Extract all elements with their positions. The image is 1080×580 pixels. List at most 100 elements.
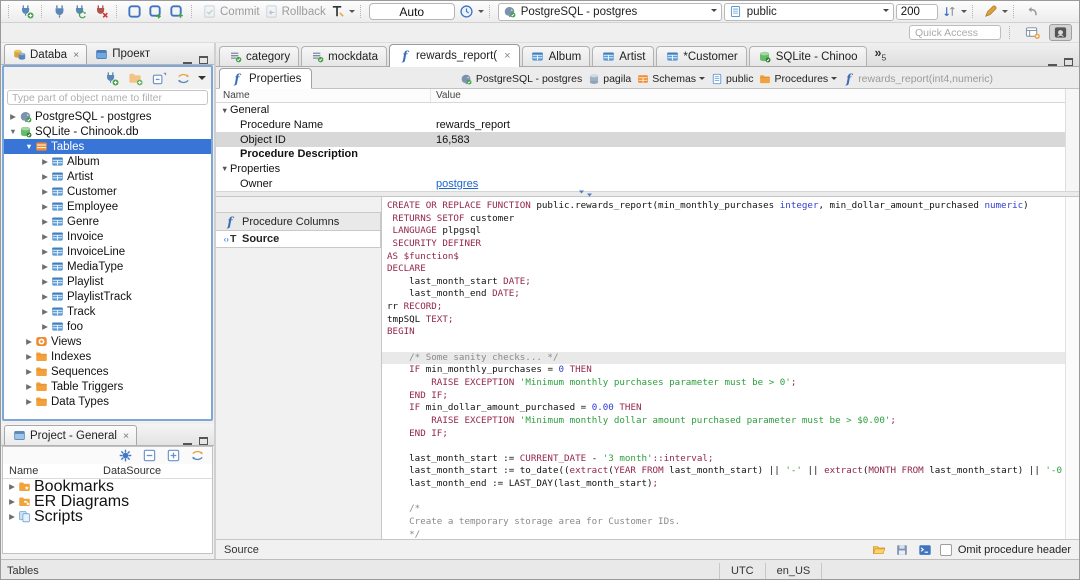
- view-menu-icon[interactable]: [198, 76, 206, 84]
- tree-item-playlisttrack[interactable]: ▶ PlaylistTrack: [4, 289, 211, 304]
- new-sql-editor-icon[interactable]: [167, 3, 186, 21]
- omit-procedure-header-checkbox[interactable]: [939, 543, 952, 556]
- tree-item-track[interactable]: ▶ Track: [4, 304, 211, 319]
- property-row-owner[interactable]: Owner postgres: [216, 176, 1065, 191]
- column-datasource[interactable]: DataSource: [103, 465, 161, 477]
- tab-projects[interactable]: Проект: [87, 44, 157, 64]
- editor-tab-category[interactable]: category: [219, 46, 300, 66]
- sql-editor-icon[interactable]: [125, 3, 144, 21]
- chevron-right-icon[interactable]: ▶: [40, 322, 50, 331]
- property-row-procedure-description[interactable]: Procedure Description: [216, 147, 1065, 162]
- chevron-right-icon[interactable]: ▶: [40, 172, 50, 181]
- editor-tab-artist[interactable]: Artist: [592, 46, 655, 66]
- properties-scrollbar[interactable]: [1065, 89, 1079, 191]
- property-row-properties[interactable]: ▼ Properties: [216, 162, 1065, 177]
- tree-item-mediatype[interactable]: ▶ MediaType: [4, 259, 211, 274]
- editor-tab--customer[interactable]: *Customer: [656, 46, 747, 66]
- tree-item-invoice[interactable]: ▶ Invoice: [4, 229, 211, 244]
- chevron-right-icon[interactable]: ▶: [40, 277, 50, 286]
- chevron-right-icon[interactable]: ▶: [8, 112, 18, 121]
- maximize-icon[interactable]: [1064, 58, 1073, 66]
- tree-item-invoiceline[interactable]: ▶ InvoiceLine: [4, 244, 211, 259]
- chevron-right-icon[interactable]: ▶: [40, 262, 50, 271]
- collapse-all-icon[interactable]: [150, 69, 169, 87]
- editor-tab-rewards-report-[interactable]: f rewards_report(×: [388, 44, 520, 67]
- chevron-right-icon[interactable]: ▶: [40, 202, 50, 211]
- tree-item-genre[interactable]: ▶ Genre: [4, 214, 211, 229]
- tree-item-album[interactable]: ▶ Album: [4, 154, 211, 169]
- tree-item-employee[interactable]: ▶ Employee: [4, 199, 211, 214]
- collapse-all-icon[interactable]: [140, 447, 159, 465]
- tree-item-artist[interactable]: ▶ Artist: [4, 169, 211, 184]
- commit-mode-button[interactable]: Auto: [368, 3, 455, 20]
- chevron-down-icon[interactable]: [831, 77, 838, 83]
- close-icon[interactable]: ×: [504, 50, 510, 62]
- chevron-right-icon[interactable]: ▶: [24, 382, 34, 391]
- property-row-general[interactable]: ▼ General: [216, 103, 1065, 118]
- project-item-scripts[interactable]: ▶ Scripts: [3, 508, 212, 525]
- chevron-right-icon[interactable]: ▶: [40, 187, 50, 196]
- chevron-down-icon[interactable]: ▼: [24, 142, 34, 151]
- chevron-right-icon[interactable]: ▶: [24, 337, 34, 346]
- mock-data-button[interactable]: [981, 3, 1008, 21]
- property-row-procedure-name[interactable]: Procedure Name rewards_report: [216, 118, 1065, 133]
- minimize-icon[interactable]: [183, 57, 192, 64]
- chevron-down-icon[interactable]: [699, 77, 706, 83]
- property-row-object-id[interactable]: Object ID 16,583: [216, 132, 1065, 147]
- editor-tab-sqlite-chinoo[interactable]: SQLite - Chinoo: [748, 46, 867, 66]
- side-tab-source[interactable]: ‹›T Source: [216, 230, 381, 248]
- tree-item-playlist[interactable]: ▶ Playlist: [4, 274, 211, 289]
- tab-database-navigator[interactable]: Databa ×: [4, 44, 88, 64]
- tree-item-data-types[interactable]: ▶ Data Types: [4, 394, 211, 409]
- breadcrumb-rewards-report-int4-numeric-[interactable]: f rewards_report(int4,numeric): [842, 73, 993, 85]
- chevron-right-icon[interactable]: ▶: [40, 217, 50, 226]
- chevron-right-icon[interactable]: ▶: [40, 307, 50, 316]
- chevron-right-icon[interactable]: ▶: [7, 482, 17, 491]
- quick-access-input[interactable]: [909, 25, 1001, 40]
- tree-item-customer[interactable]: ▶ Customer: [4, 184, 211, 199]
- tab-overflow-indicator[interactable]: »5: [875, 46, 887, 63]
- chevron-right-icon[interactable]: ▶: [24, 367, 34, 376]
- chevron-right-icon[interactable]: ▶: [40, 247, 50, 256]
- rollback-button[interactable]: Rollback: [262, 3, 326, 21]
- code-scrollbar[interactable]: [1065, 197, 1079, 539]
- reconnect-icon[interactable]: [71, 3, 90, 21]
- chevron-down-icon[interactable]: ▼: [8, 127, 18, 136]
- chevron-down-icon[interactable]: ▼: [221, 106, 230, 115]
- tree-item-indexes[interactable]: ▶ Indexes: [4, 349, 211, 364]
- tree-item-foo[interactable]: ▶ foo: [4, 319, 211, 334]
- new-connection-icon[interactable]: [102, 69, 121, 87]
- column-name[interactable]: Name: [3, 465, 103, 477]
- compare-button[interactable]: [940, 3, 967, 21]
- chevron-right-icon[interactable]: ▶: [24, 397, 34, 406]
- tree-item-views[interactable]: ▶ Views: [4, 334, 211, 349]
- fetch-size-input[interactable]: [895, 3, 938, 20]
- chevron-right-icon[interactable]: ▶: [40, 232, 50, 241]
- editor-tab-album[interactable]: Album: [521, 46, 591, 66]
- close-icon[interactable]: ×: [123, 430, 129, 442]
- undo-icon[interactable]: [1022, 3, 1041, 21]
- breadcrumb-public[interactable]: public: [710, 73, 753, 85]
- connect-icon[interactable]: [50, 3, 69, 21]
- save-to-file-icon[interactable]: [894, 542, 911, 558]
- tab-properties[interactable]: f Properties: [219, 68, 313, 89]
- connection-selector[interactable]: PostgreSQL - postgres: [497, 2, 722, 21]
- chevron-right-icon[interactable]: ▶: [7, 512, 17, 521]
- link-with-editor-icon[interactable]: [174, 69, 193, 87]
- chevron-right-icon[interactable]: ▶: [24, 352, 34, 361]
- expand-all-icon[interactable]: [164, 447, 183, 465]
- tree-item-sequences[interactable]: ▶ Sequences: [4, 364, 211, 379]
- editor-tab-mockdata[interactable]: mockdata: [301, 46, 387, 66]
- minimize-icon[interactable]: [183, 438, 192, 445]
- breadcrumb-procedures[interactable]: Procedures: [758, 73, 838, 85]
- load-from-file-icon[interactable]: [871, 542, 888, 558]
- open-perspective-button[interactable]: [1021, 24, 1044, 41]
- chevron-down-icon[interactable]: ▼: [221, 164, 230, 173]
- breadcrumb-postgresql-postgres[interactable]: PostgreSQL - postgres: [460, 73, 582, 85]
- dbeaver-perspective-button[interactable]: [1049, 24, 1072, 41]
- source-code-editor[interactable]: CREATE OR REPLACE FUNCTION public.reward…: [381, 197, 1065, 539]
- column-value[interactable]: Value: [431, 90, 461, 101]
- open-sql-script-icon[interactable]: [146, 3, 165, 21]
- open-in-console-icon[interactable]: [917, 542, 934, 558]
- schema-selector[interactable]: public: [723, 2, 894, 21]
